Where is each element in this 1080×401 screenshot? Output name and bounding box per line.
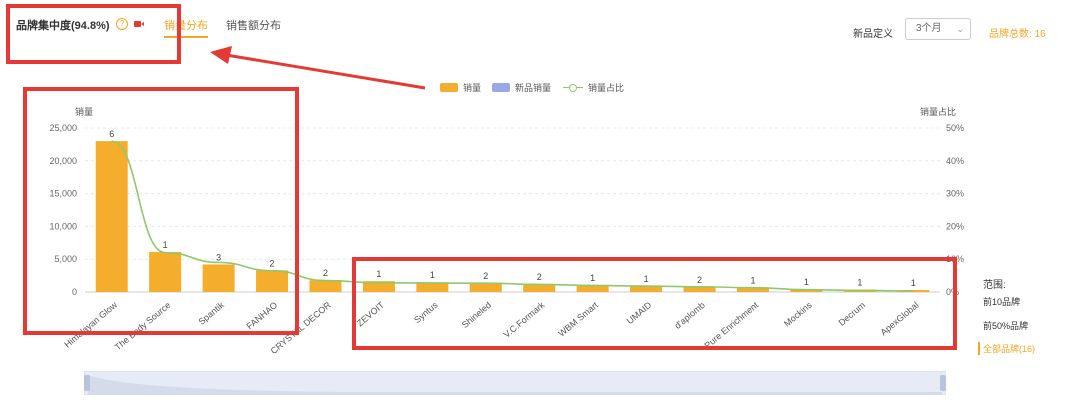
- x-tick-label: ZEVOIT: [355, 300, 387, 329]
- y-tick-label: 0: [72, 287, 77, 297]
- x-tick-label: ApexGlobal: [878, 300, 920, 338]
- bar-line-chart: 销量 销量占比 0 5,000 10,000 15,000 20,000 25,000 0…: [49, 106, 964, 356]
- bar-data-label: 1: [750, 275, 755, 285]
- y-tick-label: 15,000: [49, 189, 77, 199]
- bar[interactable]: [256, 270, 289, 292]
- bar-data-label: 2: [270, 258, 275, 268]
- y-axis-label: 销量: [75, 106, 93, 117]
- bar-data-label: 1: [804, 277, 809, 287]
- x-tick-label: Mockins: [782, 300, 814, 329]
- y2-tick-label: 30%: [946, 189, 964, 199]
- bar-data-label: 3: [216, 252, 221, 262]
- bar[interactable]: [469, 282, 502, 292]
- range-option-top50pct[interactable]: 前50%品牌: [983, 319, 1028, 332]
- x-tick-label: d'aplomb: [673, 300, 707, 331]
- x-tick-label: WBM Smart: [556, 300, 600, 339]
- slider-left-handle[interactable]: [84, 375, 90, 391]
- bar-data-label: 1: [644, 274, 649, 284]
- y-tick-label: 10,000: [49, 221, 77, 231]
- bar[interactable]: [202, 264, 235, 292]
- x-tick-label: Syntus: [412, 300, 440, 326]
- x-tick-label: Spantik: [196, 300, 226, 327]
- bar[interactable]: [309, 280, 342, 292]
- bar-data-label: 2: [537, 272, 542, 282]
- bar-data-label: 2: [697, 275, 702, 285]
- slider-right-handle[interactable]: [940, 375, 946, 391]
- y2-axis-label: 销量占比: [920, 106, 956, 117]
- annotation-arrow: [210, 46, 426, 90]
- bar-data-label: 1: [430, 270, 435, 280]
- x-tick-label: The Body Source: [113, 300, 173, 352]
- x-tick-label: FANHAO: [245, 300, 280, 331]
- bar-data-label: 1: [376, 269, 381, 279]
- range-title: 范围:: [983, 280, 1006, 291]
- bar[interactable]: [630, 286, 663, 292]
- range-option-top10[interactable]: 前10品牌: [983, 295, 1020, 308]
- y2-tick-label: 40%: [946, 156, 964, 166]
- y-tick-label: 20,000: [49, 156, 77, 166]
- range-option-all[interactable]: 全部品牌(16): [978, 342, 1035, 355]
- bar-data-label: 1: [857, 278, 862, 288]
- x-tick-label: V.C.Formark: [502, 300, 547, 340]
- y2-tick-label: 50%: [946, 123, 964, 133]
- y-tick-label: 5,000: [54, 254, 77, 264]
- y-tick-label: 25,000: [49, 123, 77, 133]
- bar-data-label: 6: [109, 129, 114, 139]
- bar-data-label: 2: [323, 268, 328, 278]
- bar-data-label: 1: [163, 240, 168, 250]
- x-tick-label: Decrum: [837, 300, 868, 328]
- bar[interactable]: [95, 141, 128, 292]
- bar-data-label: 2: [483, 271, 488, 281]
- x-tick-label: Shineled: [460, 300, 493, 330]
- x-tick-label: Himalayan Glow: [62, 300, 119, 350]
- y2-tick-label: 20%: [946, 221, 964, 231]
- x-tick-label: Pure Enrichment: [702, 300, 760, 351]
- bar-data-label: 1: [590, 273, 595, 283]
- bar[interactable]: [149, 251, 182, 292]
- y2-tick-label: 0%: [946, 287, 959, 297]
- bar-data-label: 1: [911, 278, 916, 288]
- y2-tick-label: 10%: [946, 254, 964, 264]
- x-tick-label: UMAID: [625, 300, 654, 327]
- data-zoom-slider[interactable]: [84, 371, 946, 395]
